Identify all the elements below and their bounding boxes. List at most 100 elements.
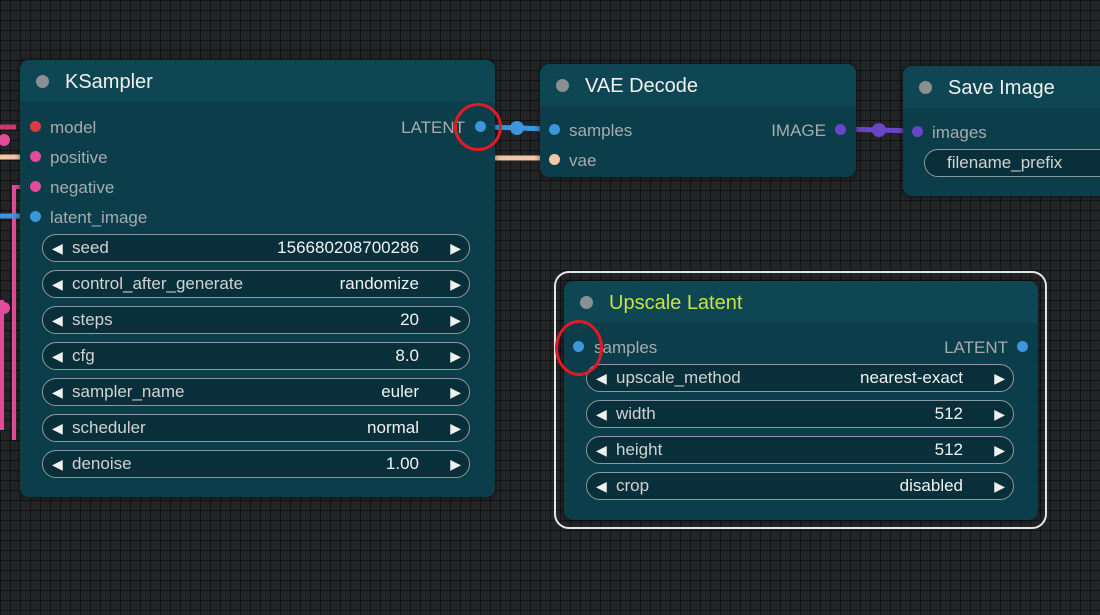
- collapse-dot-icon[interactable]: [36, 75, 49, 88]
- widget-steps[interactable]: ◀ steps 20 ▶: [42, 306, 470, 334]
- widget-value: 1.00: [385, 454, 419, 473]
- slot-dot-icon[interactable]: [549, 124, 560, 135]
- widget-name: sampler_name: [72, 382, 185, 401]
- save-image-header[interactable]: Save Image: [903, 66, 1100, 108]
- slot-label: samples: [569, 121, 633, 140]
- slot-dot-icon[interactable]: [912, 126, 923, 137]
- widget-value: nearest-exact: [860, 368, 963, 387]
- widget-name: denoise: [72, 454, 132, 473]
- increment-arrow-icon[interactable]: ▶: [450, 456, 461, 473]
- input-slot-images[interactable]: images: [903, 120, 1093, 144]
- widget-value: 20: [400, 310, 419, 329]
- input-slot-vae[interactable]: vae: [540, 148, 710, 172]
- decrement-arrow-icon[interactable]: ◀: [52, 384, 63, 401]
- collapse-dot-icon[interactable]: [919, 81, 932, 94]
- widget-name: width: [616, 404, 656, 423]
- widget-name: cfg: [72, 346, 95, 365]
- widget-height[interactable]: ◀ height 512 ▶: [586, 436, 1014, 464]
- node-title: Save Image: [948, 77, 1055, 99]
- increment-arrow-icon[interactable]: ▶: [450, 312, 461, 329]
- decrement-arrow-icon[interactable]: ◀: [596, 370, 607, 387]
- widget-name: seed: [72, 238, 109, 257]
- decrement-arrow-icon[interactable]: ◀: [596, 406, 607, 423]
- widget-sampler-name[interactable]: ◀ sampler_name euler ▶: [42, 378, 470, 406]
- widget-name: upscale_method: [616, 368, 741, 387]
- widget-name: height: [616, 440, 663, 459]
- input-slot-samples[interactable]: samples: [540, 118, 710, 142]
- upscale-latent-header[interactable]: Upscale Latent: [564, 281, 1038, 323]
- slot-label: LATENT: [944, 338, 1008, 357]
- decrement-arrow-icon[interactable]: ◀: [596, 442, 607, 459]
- save-image-node[interactable]: Save Image images filename_prefix: [903, 66, 1100, 196]
- slot-dot-icon[interactable]: [30, 151, 41, 162]
- output-slot-image[interactable]: IMAGE: [716, 118, 856, 142]
- slot-dot-icon[interactable]: [30, 181, 41, 192]
- increment-arrow-icon[interactable]: ▶: [994, 370, 1005, 387]
- widget-cfg[interactable]: ◀ cfg 8.0 ▶: [42, 342, 470, 370]
- slot-dot-icon[interactable]: [549, 154, 560, 165]
- vae-decode-node[interactable]: VAE Decode samples vae IMAGE: [540, 64, 856, 177]
- widget-scheduler[interactable]: ◀ scheduler normal ▶: [42, 414, 470, 442]
- collapse-dot-icon[interactable]: [580, 296, 593, 309]
- increment-arrow-icon[interactable]: ▶: [994, 442, 1005, 459]
- input-slot-negative[interactable]: negative: [20, 175, 280, 199]
- slot-label: vae: [569, 151, 597, 170]
- widget-seed[interactable]: ◀ seed 156680208700286 ▶: [42, 234, 470, 262]
- ksampler-node[interactable]: KSampler model positive negative latent_…: [20, 60, 495, 497]
- link-model: [0, 124, 16, 146]
- widget-filename-prefix[interactable]: filename_prefix: [924, 149, 1100, 177]
- slot-dot-icon[interactable]: [1017, 341, 1028, 352]
- increment-arrow-icon[interactable]: ▶: [450, 420, 461, 437]
- widget-name: steps: [72, 310, 113, 329]
- link-reroute: [0, 302, 10, 314]
- increment-arrow-icon[interactable]: ▶: [450, 384, 461, 401]
- node-title: KSampler: [65, 71, 153, 93]
- input-slot-positive[interactable]: positive: [20, 145, 280, 169]
- input-slot-model[interactable]: model: [20, 115, 280, 139]
- slot-label: positive: [50, 148, 108, 167]
- widget-value: 156680208700286: [277, 238, 419, 257]
- vae-decode-header[interactable]: VAE Decode: [540, 64, 856, 106]
- decrement-arrow-icon[interactable]: ◀: [52, 456, 63, 473]
- slot-label: images: [932, 123, 987, 142]
- widget-name: control_after_generate: [72, 274, 244, 293]
- slot-label: latent_image: [50, 208, 148, 227]
- increment-arrow-icon[interactable]: ▶: [450, 276, 461, 293]
- widget-upscale-method[interactable]: ◀ upscale_method nearest-exact ▶: [586, 364, 1014, 392]
- annotation-circle-latent-output: [454, 103, 502, 151]
- node-title: Upscale Latent: [609, 292, 743, 314]
- slot-dot-icon[interactable]: [30, 211, 41, 222]
- widget-control-after-generate[interactable]: ◀ control_after_generate randomize ▶: [42, 270, 470, 298]
- decrement-arrow-icon[interactable]: ◀: [52, 276, 63, 293]
- slot-label: model: [50, 118, 97, 137]
- widget-width[interactable]: ◀ width 512 ▶: [586, 400, 1014, 428]
- slot-dot-icon[interactable]: [30, 121, 41, 132]
- decrement-arrow-icon[interactable]: ◀: [52, 420, 63, 437]
- node-title: VAE Decode: [585, 75, 699, 97]
- decrement-arrow-icon[interactable]: ◀: [52, 348, 63, 365]
- widget-name: crop: [616, 476, 650, 495]
- widget-denoise[interactable]: ◀ denoise 1.00 ▶: [42, 450, 470, 478]
- ksampler-header[interactable]: KSampler: [20, 60, 495, 102]
- widget-value: 512: [934, 404, 963, 423]
- widget-value: normal: [367, 418, 419, 437]
- slot-label: IMAGE: [771, 121, 826, 140]
- widget-value: randomize: [339, 274, 419, 293]
- collapse-dot-icon[interactable]: [556, 79, 569, 92]
- widget-value: 512: [934, 440, 963, 459]
- increment-arrow-icon[interactable]: ▶: [994, 406, 1005, 423]
- increment-arrow-icon[interactable]: ▶: [450, 240, 461, 257]
- decrement-arrow-icon[interactable]: ◀: [52, 240, 63, 257]
- increment-arrow-icon[interactable]: ▶: [450, 348, 461, 365]
- decrement-arrow-icon[interactable]: ◀: [52, 312, 63, 329]
- widget-name: scheduler: [72, 418, 146, 437]
- widget-crop[interactable]: ◀ crop disabled ▶: [586, 472, 1014, 500]
- slot-label: negative: [50, 178, 115, 197]
- input-slot-latent-image[interactable]: latent_image: [20, 205, 280, 229]
- slot-dot-icon[interactable]: [835, 124, 846, 135]
- output-slot-latent[interactable]: LATENT: [864, 335, 1038, 359]
- decrement-arrow-icon[interactable]: ◀: [596, 478, 607, 495]
- increment-arrow-icon[interactable]: ▶: [994, 478, 1005, 495]
- slot-label: samples: [594, 338, 658, 357]
- upscale-latent-node[interactable]: Upscale Latent samples LATENT ◀ upscale_…: [564, 281, 1038, 520]
